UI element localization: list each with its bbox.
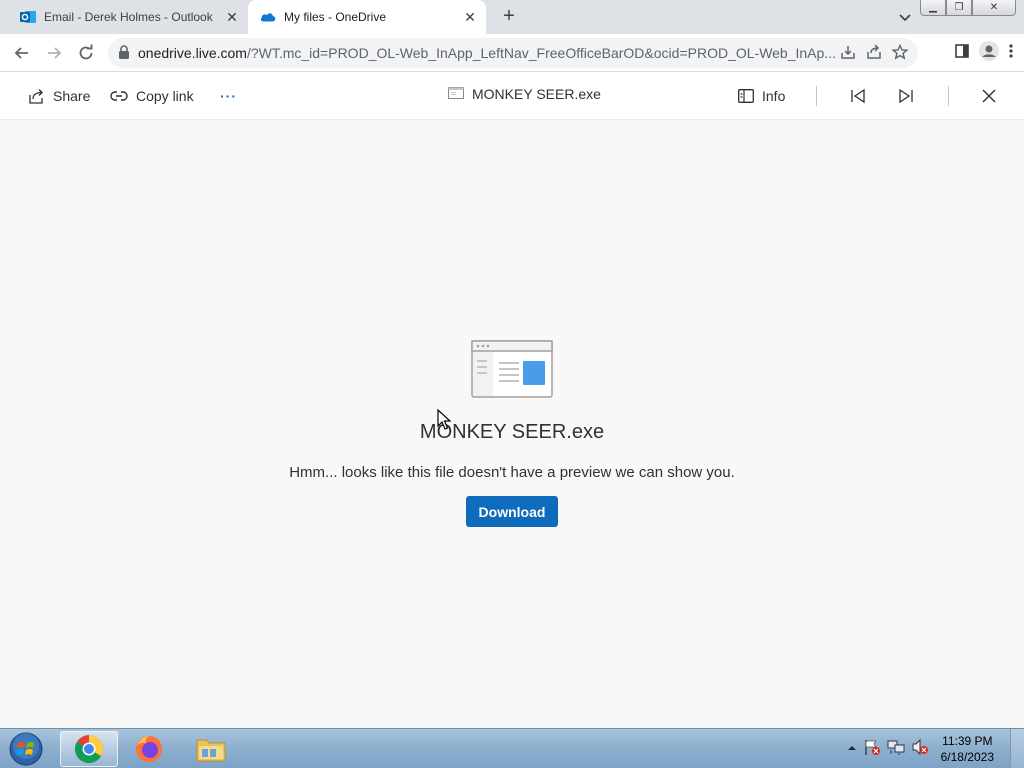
- download-button[interactable]: Download: [466, 496, 558, 527]
- link-icon: [110, 91, 128, 101]
- preview-area: MONKEY SEER.exe Hmm... looks like this f…: [0, 121, 1024, 728]
- onedrive-icon: [260, 9, 276, 25]
- info-label: Info: [762, 88, 786, 104]
- folder-icon: [196, 739, 226, 762]
- share-icon: [29, 88, 43, 104]
- previous-icon: [851, 88, 865, 104]
- clock-time: 11:39 PM: [942, 734, 993, 748]
- info-button[interactable]: Info: [738, 84, 785, 108]
- forward-icon[interactable]: [38, 37, 70, 69]
- divider: [948, 86, 949, 106]
- action-center-flag-icon[interactable]: [863, 738, 881, 761]
- side-panel-icon[interactable]: [954, 43, 970, 64]
- profile-avatar-icon[interactable]: [978, 40, 1000, 67]
- tab-outlook[interactable]: Email - Derek Holmes - Outlook ✕: [8, 0, 248, 34]
- reload-icon[interactable]: [70, 37, 102, 69]
- taskbar-firefox[interactable]: [120, 731, 178, 767]
- address-bar[interactable]: onedrive.live.com/?WT.mc_id=PROD_OL-Web_…: [108, 38, 918, 68]
- close-icon[interactable]: ✕: [460, 7, 480, 27]
- show-hidden-icons-icon[interactable]: [847, 740, 857, 758]
- previous-file-button[interactable]: [850, 84, 874, 108]
- share-label: Share: [53, 88, 91, 104]
- bookmark-star-icon[interactable]: [891, 43, 909, 63]
- window-controls: ▁ ❐ ✕: [920, 0, 1016, 16]
- file-title: MONKEY SEER.exe: [448, 86, 601, 102]
- browser-toolbar: onedrive.live.com/?WT.mc_id=PROD_OL-Web_…: [0, 34, 1024, 72]
- share-page-icon[interactable]: [866, 43, 882, 63]
- no-preview-message: Hmm... looks like this file doesn't have…: [289, 464, 735, 481]
- browser-tabstrip: Email - Derek Holmes - Outlook ✕ My file…: [0, 0, 1024, 34]
- info-panel-icon: [738, 89, 754, 103]
- next-file-button[interactable]: [898, 84, 922, 108]
- share-button[interactable]: Share: [28, 84, 90, 108]
- new-tab-button[interactable]: +: [498, 6, 520, 28]
- volume-muted-icon[interactable]: [911, 738, 929, 761]
- close-icon[interactable]: ✕: [222, 7, 242, 27]
- window-close-button[interactable]: ✕: [972, 0, 1016, 16]
- install-app-icon[interactable]: [840, 44, 856, 63]
- network-icon[interactable]: [887, 738, 905, 761]
- copy-link-button[interactable]: Copy link: [110, 84, 194, 108]
- start-button[interactable]: [6, 732, 46, 766]
- kebab-menu-icon[interactable]: [1008, 43, 1014, 64]
- more-options-button[interactable]: ···: [220, 84, 237, 108]
- executable-file-icon: [448, 86, 464, 102]
- taskbar: 11:39 PM 6/18/2023: [0, 728, 1024, 768]
- close-preview-button[interactable]: [982, 84, 1004, 108]
- outlook-icon: [20, 9, 36, 25]
- back-icon[interactable]: [6, 37, 38, 69]
- tab-onedrive[interactable]: My files - OneDrive ✕: [248, 0, 486, 34]
- tab-title: Email - Derek Holmes - Outlook: [44, 10, 213, 24]
- taskbar-chrome[interactable]: [60, 731, 118, 767]
- show-desktop-button[interactable]: [1010, 729, 1024, 768]
- close-icon: [982, 89, 996, 103]
- firefox-icon: [136, 736, 162, 762]
- tab-title: My files - OneDrive: [284, 10, 387, 24]
- chrome-icon: [75, 735, 103, 763]
- url-path: /?WT.mc_id=PROD_OL-Web_InApp_LeftNav_Fre…: [246, 45, 836, 61]
- url-text: onedrive.live.com/?WT.mc_id=PROD_OL-Web_…: [138, 45, 840, 61]
- file-title-text: MONKEY SEER.exe: [472, 86, 601, 102]
- next-icon: [899, 88, 913, 104]
- url-host: onedrive.live.com: [138, 45, 247, 61]
- system-tray: 11:39 PM 6/18/2023: [847, 729, 1024, 768]
- taskbar-file-explorer[interactable]: [182, 731, 240, 767]
- preview-filename: MONKEY SEER.exe: [419, 421, 605, 443]
- lock-icon[interactable]: [118, 44, 130, 62]
- preview-command-bar: Share Copy link ··· MONKEY SEER.exe Info: [0, 72, 1024, 120]
- copy-link-label: Copy link: [136, 88, 194, 104]
- mouse-cursor-icon: [437, 408, 452, 436]
- clock-date: 6/18/2023: [940, 750, 994, 764]
- clock[interactable]: 11:39 PM 6/18/2023: [941, 733, 994, 765]
- minimize-button[interactable]: ▁: [920, 0, 946, 16]
- no-preview-illustration-icon: [471, 340, 553, 405]
- chevron-down-icon[interactable]: [896, 8, 914, 26]
- divider: [816, 86, 817, 106]
- restore-button[interactable]: ❐: [946, 0, 972, 16]
